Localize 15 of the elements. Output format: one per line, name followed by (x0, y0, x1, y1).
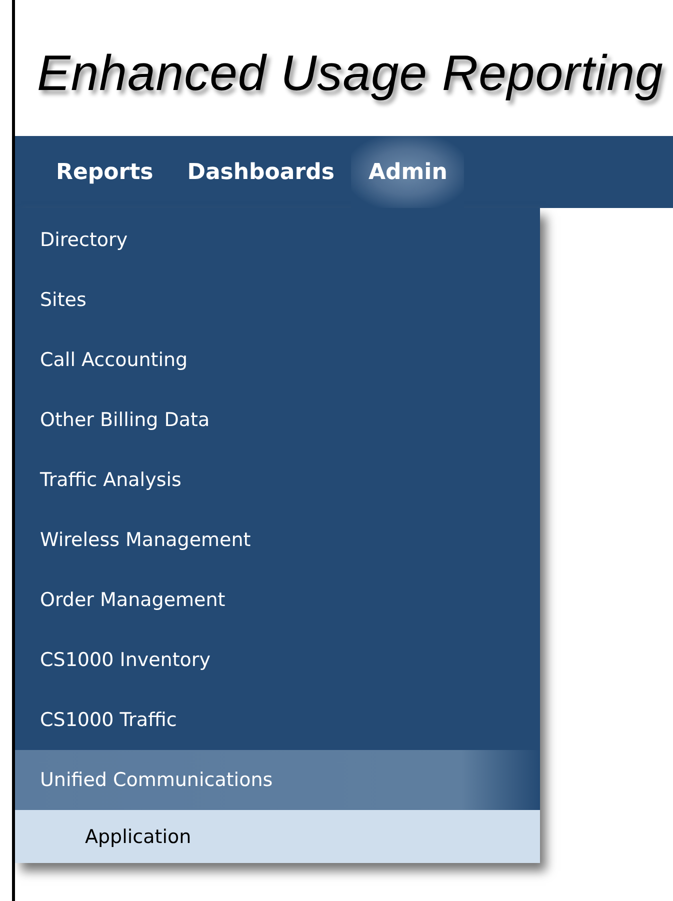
dropdown-menu-item[interactable]: Other Billing Data (15, 390, 540, 450)
dropdown-menu-item[interactable]: CS1000 Traffic (15, 690, 540, 750)
submenu-item[interactable]: Application (15, 810, 540, 863)
nav-menu-item[interactable]: Admin (351, 136, 464, 208)
app-title: Enhanced Usage Reporting (37, 44, 664, 102)
dropdown-menu-item[interactable]: Wireless Management (15, 510, 540, 570)
nav-menu-item[interactable]: Reports (39, 136, 170, 208)
dropdown-menu-item[interactable]: Traffic Analysis (15, 450, 540, 510)
dropdown-menu-item[interactable]: Call Accounting (15, 330, 540, 390)
nav-menu-item[interactable]: Dashboards (170, 136, 352, 208)
dropdown-menu-item[interactable]: CS1000 Inventory (15, 630, 540, 690)
dropdown-menu-item[interactable]: Unified Communications (15, 750, 540, 810)
dropdown-menu-item[interactable]: Sites (15, 270, 540, 330)
dropdown-menu-item[interactable]: Order Management (15, 570, 540, 630)
dropdown-menu-item[interactable]: Directory (15, 210, 540, 270)
